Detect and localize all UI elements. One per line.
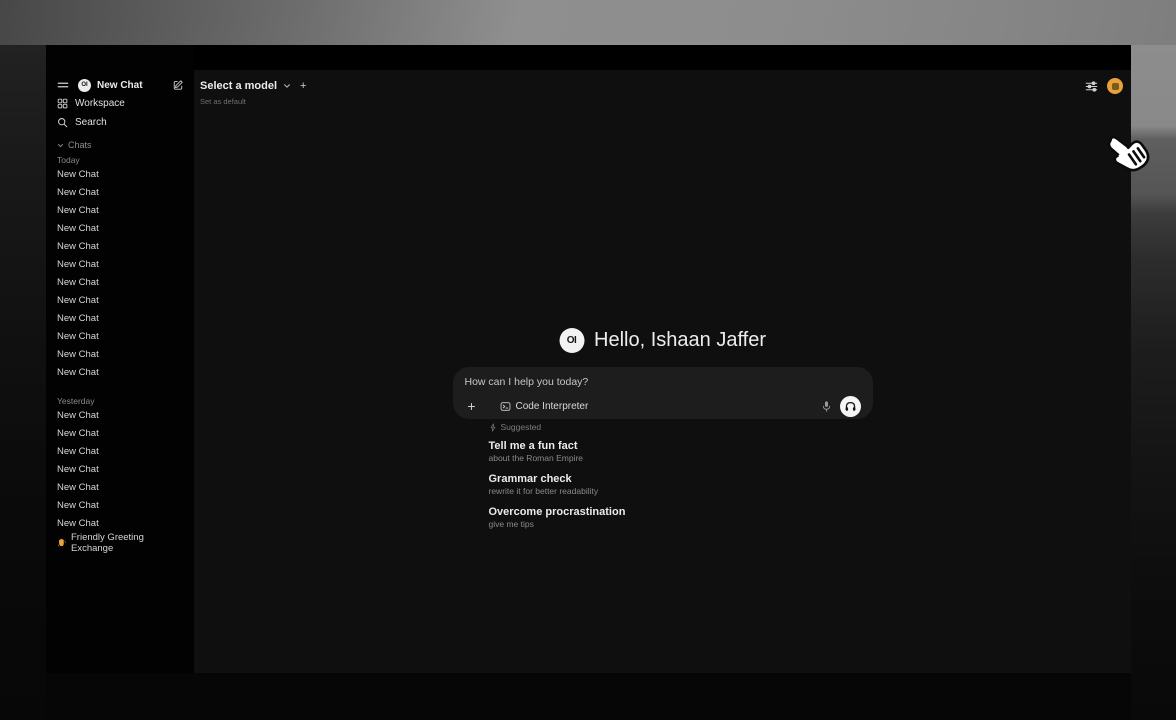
suggested-prompt[interactable]: Overcome procrastination give me tips: [489, 506, 873, 530]
header-right: [1085, 78, 1123, 94]
wave-hand-emoji-icon: [57, 538, 67, 548]
code-interpreter-label: Code Interpreter: [516, 401, 589, 412]
suggested-prompt[interactable]: Grammar check rewrite it for better read…: [489, 473, 873, 497]
new-chat-icon[interactable]: [172, 79, 184, 91]
chevron-down-icon: [57, 142, 64, 149]
chat-list-item[interactable]: New Chat: [57, 425, 184, 443]
suggested-section: Suggested Tell me a fun fact about the R…: [453, 421, 873, 539]
chat-list-item[interactable]: New Chat: [57, 256, 184, 274]
message-composer[interactable]: How can I help you today? + Code Interpr…: [453, 367, 873, 419]
named-chat-label: Friendly Greeting Exchange: [71, 532, 184, 554]
wallpaper-left: [0, 45, 46, 720]
chat-list-item[interactable]: New Chat: [57, 220, 184, 238]
composer-placeholder[interactable]: How can I help you today?: [465, 376, 861, 388]
wallpaper-top: [0, 0, 1176, 45]
suggested-list: Tell me a fun fact about the Roman Empir…: [489, 440, 873, 530]
chat-list-item[interactable]: New Chat: [57, 310, 184, 328]
avatar-image: [1112, 83, 1119, 90]
voice-call-button[interactable]: [840, 396, 861, 417]
sidebar-title: New Chat: [97, 80, 143, 91]
bolt-icon: [489, 423, 497, 432]
chat-list-today: New ChatNew ChatNew ChatNew ChatNew Chat…: [57, 166, 184, 382]
suggested-prompt-title: Grammar check: [489, 473, 873, 486]
attach-plus-button[interactable]: +: [465, 399, 479, 413]
chat-list-item[interactable]: New Chat: [57, 292, 184, 310]
greeting: OI Hello, Ishaan Jaffer: [559, 328, 766, 353]
main-area: Select a model + Set as default: [194, 45, 1131, 673]
chat-list-item[interactable]: New Chat: [57, 443, 184, 461]
chat-list-item[interactable]: New Chat: [57, 346, 184, 364]
app-logo: OI: [78, 79, 91, 92]
model-chevron-down-icon[interactable]: [283, 82, 291, 90]
chat-list-item[interactable]: New Chat: [57, 515, 184, 533]
desktop-background: OI New Chat Workspace Search: [0, 0, 1176, 720]
chats-section-label: Chats: [68, 140, 92, 150]
workspace-grid-icon: [57, 98, 68, 109]
user-avatar[interactable]: [1107, 78, 1123, 94]
suggested-prompt-subtitle: give me tips: [489, 519, 873, 530]
workspace-label: Workspace: [75, 98, 125, 109]
chat-list-item[interactable]: New Chat: [57, 407, 184, 425]
chat-list-item[interactable]: New Chat: [57, 328, 184, 346]
sidebar-toggle-icon[interactable]: [57, 79, 69, 91]
model-selector[interactable]: Select a model: [200, 80, 277, 92]
chat-list-item[interactable]: New Chat: [57, 364, 184, 382]
terminal-icon: [500, 401, 511, 412]
wallpaper-bottom: [46, 673, 1131, 720]
app-window: OI New Chat Workspace Search: [46, 45, 1131, 673]
suggested-header: Suggested: [489, 421, 873, 433]
chat-list-item[interactable]: New Chat: [57, 274, 184, 292]
app-logo-large: OI: [559, 328, 584, 353]
set-as-default-link[interactable]: Set as default: [200, 97, 306, 106]
sidebar-item-search[interactable]: Search: [57, 113, 184, 132]
microphone-icon[interactable]: [821, 400, 832, 413]
chat-list-item[interactable]: New Chat: [57, 202, 184, 220]
suggested-prompt-subtitle: about the Roman Empire: [489, 453, 873, 464]
wallpaper-right: [1131, 45, 1176, 720]
chats-section-toggle[interactable]: Chats: [57, 138, 184, 152]
add-model-button[interactable]: +: [300, 80, 306, 92]
suggested-prompt-title: Overcome procrastination: [489, 506, 873, 519]
chat-list-item[interactable]: New Chat: [57, 238, 184, 256]
search-label: Search: [75, 117, 107, 128]
controls-sliders-icon[interactable]: [1085, 80, 1098, 93]
chat-list-item[interactable]: New Chat: [57, 166, 184, 184]
suggested-label: Suggested: [501, 422, 542, 432]
search-icon: [57, 117, 68, 128]
suggested-prompt-title: Tell me a fun fact: [489, 440, 873, 453]
code-interpreter-toggle[interactable]: Code Interpreter: [500, 401, 589, 412]
chat-list-item[interactable]: New Chat: [57, 497, 184, 515]
composer-toolbar: + Code Interpreter: [465, 395, 861, 417]
suggested-prompt-subtitle: rewrite it for better readability: [489, 486, 873, 497]
chat-list-item[interactable]: New Chat: [57, 461, 184, 479]
suggested-prompt[interactable]: Tell me a fun fact about the Roman Empir…: [489, 440, 873, 464]
greeting-text: Hello, Ishaan Jaffer: [594, 329, 766, 352]
chat-list-item-named[interactable]: Friendly Greeting Exchange: [57, 534, 184, 552]
chat-list-item[interactable]: New Chat: [57, 184, 184, 202]
sidebar-item-workspace[interactable]: Workspace: [57, 94, 184, 113]
sidebar-header: OI New Chat: [57, 76, 184, 94]
main-header: Select a model + Set as default: [194, 45, 1131, 106]
headphones-icon: [844, 400, 857, 413]
model-selector-block: Select a model + Set as default: [200, 78, 306, 106]
chat-group-label-today: Today: [57, 154, 184, 166]
sidebar: OI New Chat Workspace Search: [46, 45, 194, 673]
chat-group-label-yesterday: Yesterday: [57, 395, 184, 407]
chat-list-item[interactable]: New Chat: [57, 479, 184, 497]
chat-list-yesterday: New ChatNew ChatNew ChatNew ChatNew Chat…: [57, 407, 184, 533]
